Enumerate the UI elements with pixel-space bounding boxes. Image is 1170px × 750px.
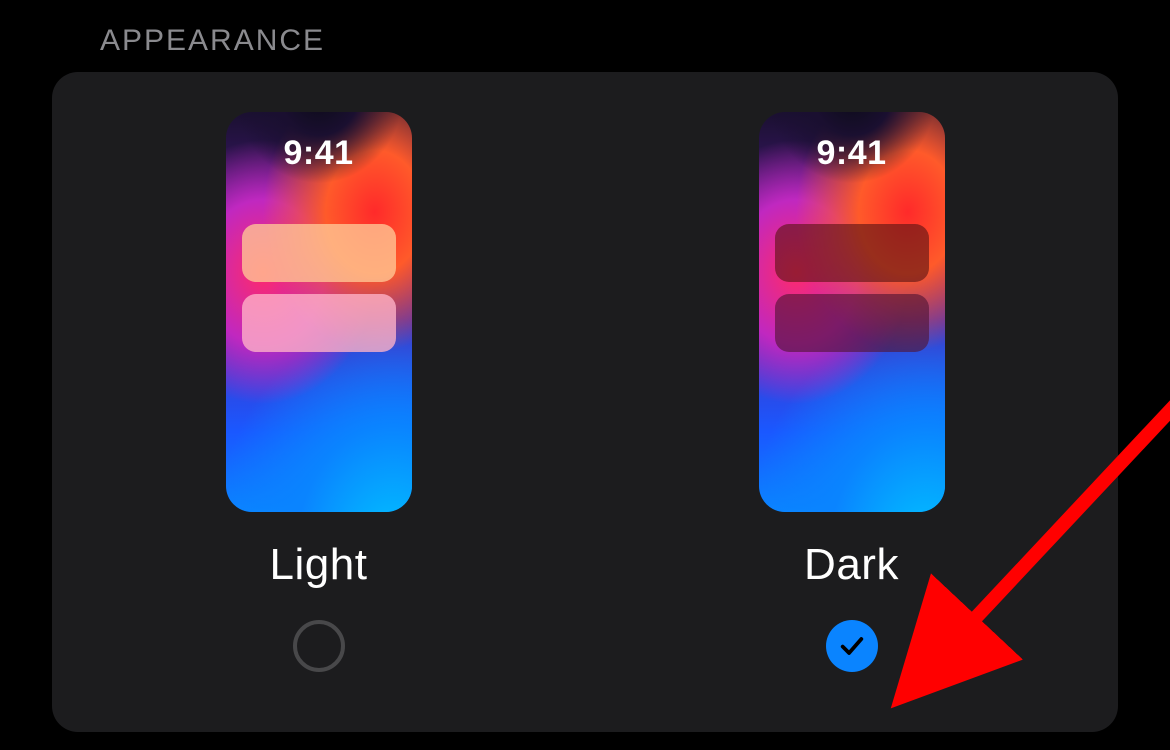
preview-widget bbox=[242, 224, 396, 282]
appearance-panel: 9:41 Light 9:41 Dark bbox=[52, 72, 1118, 732]
preview-time: 9:41 bbox=[759, 134, 945, 173]
preview-widget bbox=[775, 294, 929, 352]
radio-light[interactable] bbox=[293, 620, 345, 672]
appearance-option-label: Light bbox=[270, 540, 368, 590]
section-header-appearance: APPEARANCE bbox=[0, 0, 1170, 72]
preview-widget bbox=[242, 294, 396, 352]
phone-preview-dark: 9:41 bbox=[759, 112, 945, 512]
phone-preview-light: 9:41 bbox=[226, 112, 412, 512]
radio-dark[interactable] bbox=[826, 620, 878, 672]
appearance-option-dark[interactable]: 9:41 Dark bbox=[585, 112, 1118, 672]
checkmark-icon bbox=[838, 632, 866, 660]
appearance-option-label: Dark bbox=[804, 540, 899, 590]
preview-widgets-light bbox=[242, 224, 396, 352]
preview-widget bbox=[775, 224, 929, 282]
appearance-option-light[interactable]: 9:41 Light bbox=[52, 112, 585, 672]
preview-time: 9:41 bbox=[226, 134, 412, 173]
preview-widgets-dark bbox=[775, 224, 929, 352]
